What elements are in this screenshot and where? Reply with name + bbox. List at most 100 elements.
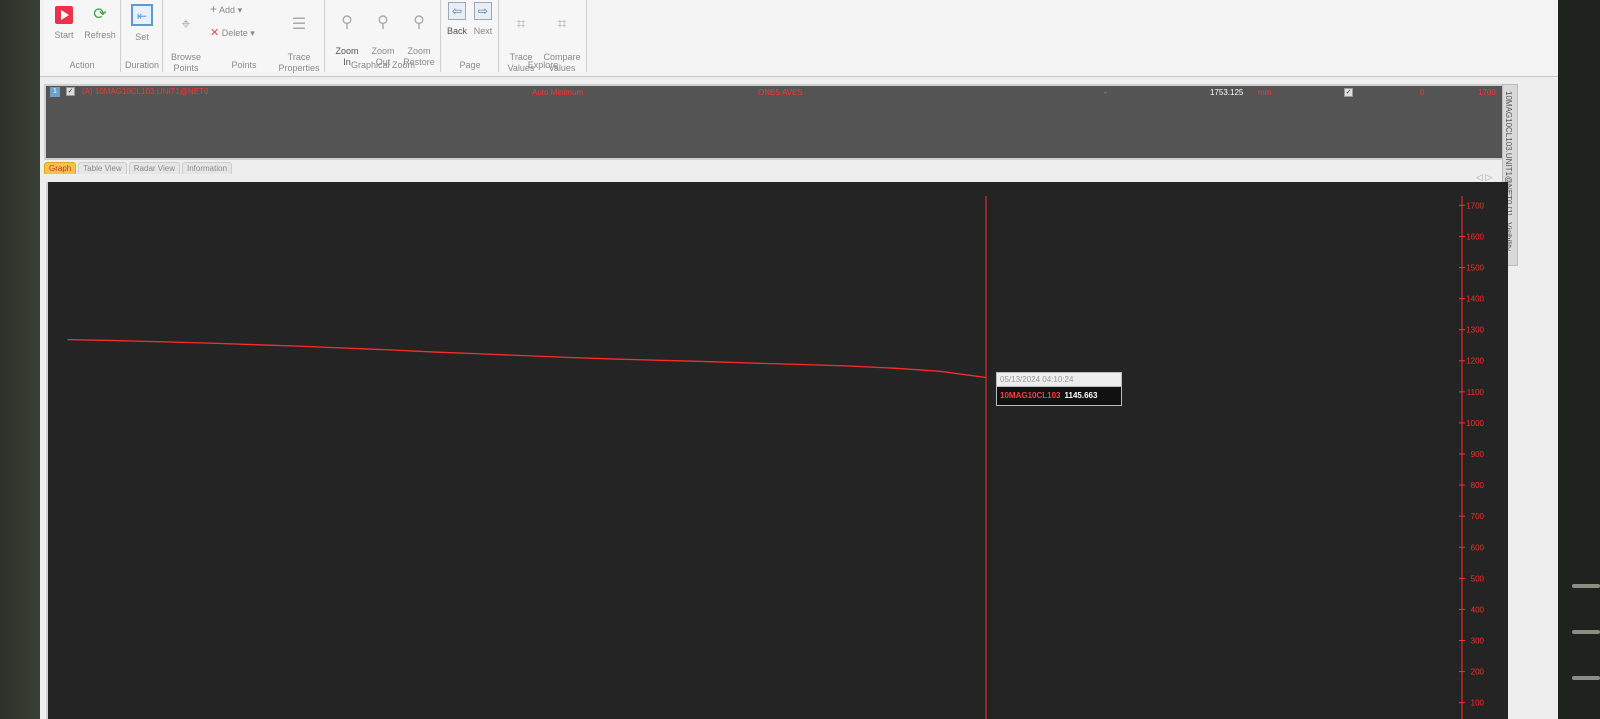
y-tick-label: 300 xyxy=(1471,637,1485,646)
y-tick-label: 400 xyxy=(1471,605,1485,614)
trend-point xyxy=(205,342,207,344)
trace-legend-panel: 1 ✓ (A) 10MAG10CL103.UNIT1@NET0 Auto Min… xyxy=(44,84,1508,160)
trend-point xyxy=(893,367,895,369)
trend-point xyxy=(251,343,253,346)
trace-unit: mm xyxy=(1258,88,1272,97)
group-action: Start ⟳ Refresh Action xyxy=(44,0,121,72)
trace-name: (A) 10MAG10CL103.UNIT1@NET0 xyxy=(82,87,209,96)
chevron-down-icon: ▾ xyxy=(237,5,243,15)
y-tick-label: 500 xyxy=(1471,574,1485,583)
delete-x-icon: ✕ xyxy=(210,27,220,39)
refresh-label: Refresh xyxy=(84,30,116,40)
tab-table-view[interactable]: Table View xyxy=(78,162,127,174)
value-tooltip: 05/13/2024 04:10:24 10MAG10CL103 1145.663 xyxy=(996,372,1122,406)
tab-graph[interactable]: Graph xyxy=(44,162,77,174)
tooltip-point-name: 10MAG10CL103 xyxy=(1000,391,1061,400)
next-button[interactable]: ⇨ Next xyxy=(470,2,496,37)
trace-index: 1 xyxy=(50,87,60,97)
tab-information[interactable]: Information xyxy=(182,162,233,174)
back-button[interactable]: ⇦ Back xyxy=(444,2,470,37)
zoom-in-button[interactable]: ⚲ Zoom In xyxy=(330,2,364,68)
trend-point xyxy=(388,349,390,351)
group-label-page: Page xyxy=(459,60,481,70)
trend-point xyxy=(434,351,436,353)
chevron-down-icon: ▾ xyxy=(250,28,255,38)
trace-visible-checkbox[interactable]: ✓ xyxy=(66,87,75,96)
y-tick-label: 1000 xyxy=(1466,419,1484,428)
trace-scale-max: 1700 xyxy=(1478,88,1496,97)
y-tick-label: 1100 xyxy=(1467,388,1485,397)
next-label: Next xyxy=(473,26,493,36)
zoom-restore-button[interactable]: ⚲ Zoom Restore xyxy=(400,2,438,68)
trend-point xyxy=(572,357,574,359)
trace-scale-min: 0 xyxy=(1420,88,1425,97)
zoom-in-icon: ⚲ xyxy=(341,14,353,31)
y-tick-label: 1200 xyxy=(1466,357,1484,366)
group-label-points: Points xyxy=(231,60,257,70)
start-button[interactable]: Start xyxy=(48,6,80,41)
trend-point xyxy=(342,347,344,349)
trend-point xyxy=(67,339,69,341)
play-icon xyxy=(55,6,73,24)
set-label: Set xyxy=(135,32,149,42)
arrow-left-icon: ⇦ xyxy=(448,2,466,20)
crosshair-icon: ⌖ xyxy=(181,16,191,33)
tooltip-value-row: 10MAG10CL103 1145.663 xyxy=(997,387,1121,404)
trend-series-line xyxy=(67,338,987,379)
trend-point xyxy=(296,345,299,347)
compare-values-icon: ⌗ xyxy=(557,16,567,33)
application-window: Start ⟳ Refresh Action ⇤ Set Duration ⌖ … xyxy=(40,0,1558,719)
y-tick-label: 600 xyxy=(1471,543,1485,552)
trend-chart-svg: 1700 1600 1500 1400 1300 1200 1100 1000 900 800 70… xyxy=(67,196,1485,719)
y-tick-label: 900 xyxy=(1471,450,1485,459)
monitor-button xyxy=(1572,676,1600,680)
y-tick-label: 1300 xyxy=(1466,326,1484,335)
tooltip-time: 05/13/2024 04:10:24 xyxy=(997,373,1121,387)
y-tick-label: 100 xyxy=(1471,699,1485,708)
y-tick-label: 1600 xyxy=(1466,232,1484,241)
trend-point xyxy=(618,358,620,360)
duration-icon: ⇤ xyxy=(131,4,153,26)
plus-icon: + xyxy=(210,2,218,16)
group-label-action: Action xyxy=(69,60,95,70)
set-duration-button[interactable]: ⇤ Set xyxy=(128,4,156,43)
monitor-bezel-left xyxy=(0,0,40,719)
properties-icon: ☰ xyxy=(291,16,307,33)
group-label-graphical-zoom: Graphical Zoom xyxy=(350,60,416,70)
trace-status: ONE5 AVES xyxy=(758,88,803,97)
group-page: ⇦ Back ⇨ Next Page xyxy=(442,0,499,72)
tab-radar-view[interactable]: Radar View xyxy=(128,162,180,174)
y-tick-label: 1500 xyxy=(1466,263,1484,272)
tooltip-value: 1145.663 xyxy=(1064,391,1098,400)
trend-point xyxy=(480,353,482,355)
trend-point xyxy=(710,361,712,363)
trace-dash: - xyxy=(1104,88,1107,97)
trend-point xyxy=(159,341,161,343)
trace-option-checkbox[interactable]: ✓ xyxy=(1344,88,1353,97)
trace-row[interactable]: 1 ✓ (A) 10MAG10CL103.UNIT1@NET0 Auto Min… xyxy=(46,86,1506,98)
trend-point xyxy=(526,355,528,357)
y-tick-label: 700 xyxy=(1471,512,1485,521)
monitor-bezel-right xyxy=(1558,0,1600,719)
delete-point-button[interactable]: ✕ Delete ▾ xyxy=(210,28,270,39)
add-point-button[interactable]: + Add ▾ xyxy=(210,2,260,16)
group-explore: ⌗ Trace Values ⌗ Compare Values Explore xyxy=(500,0,587,73)
trace-values-icon: ⌗ xyxy=(516,16,526,33)
zoom-restore-icon: ⚲ xyxy=(413,14,425,31)
ribbon-toolbar: Start ⟳ Refresh Action ⇤ Set Duration ⌖ … xyxy=(40,0,1558,77)
trend-point xyxy=(664,359,666,362)
y-tick-label: 800 xyxy=(1471,481,1485,490)
group-duration: ⇤ Set Duration xyxy=(122,0,163,72)
trend-point xyxy=(847,365,849,367)
group-points: ⌖ Browse Points + Add ▾ ✕ Delete ▾ ☰ Tra… xyxy=(164,0,325,73)
arrow-right-icon: ⇨ xyxy=(474,2,492,20)
back-label: Back xyxy=(446,26,467,36)
group-label-explore: Explore xyxy=(527,60,559,70)
y-tick-label: 200 xyxy=(1471,668,1485,677)
trend-point xyxy=(939,370,941,372)
zoom-out-button[interactable]: ⚲ Zoom Out xyxy=(366,2,400,68)
refresh-button[interactable]: ⟳ Refresh xyxy=(82,6,118,41)
delete-label: Delete xyxy=(221,28,248,38)
trend-graph[interactable]: 1700 1600 1500 1400 1300 1200 1100 1000 900 800 70… xyxy=(46,182,1508,719)
refresh-icon: ⟳ xyxy=(93,6,107,23)
